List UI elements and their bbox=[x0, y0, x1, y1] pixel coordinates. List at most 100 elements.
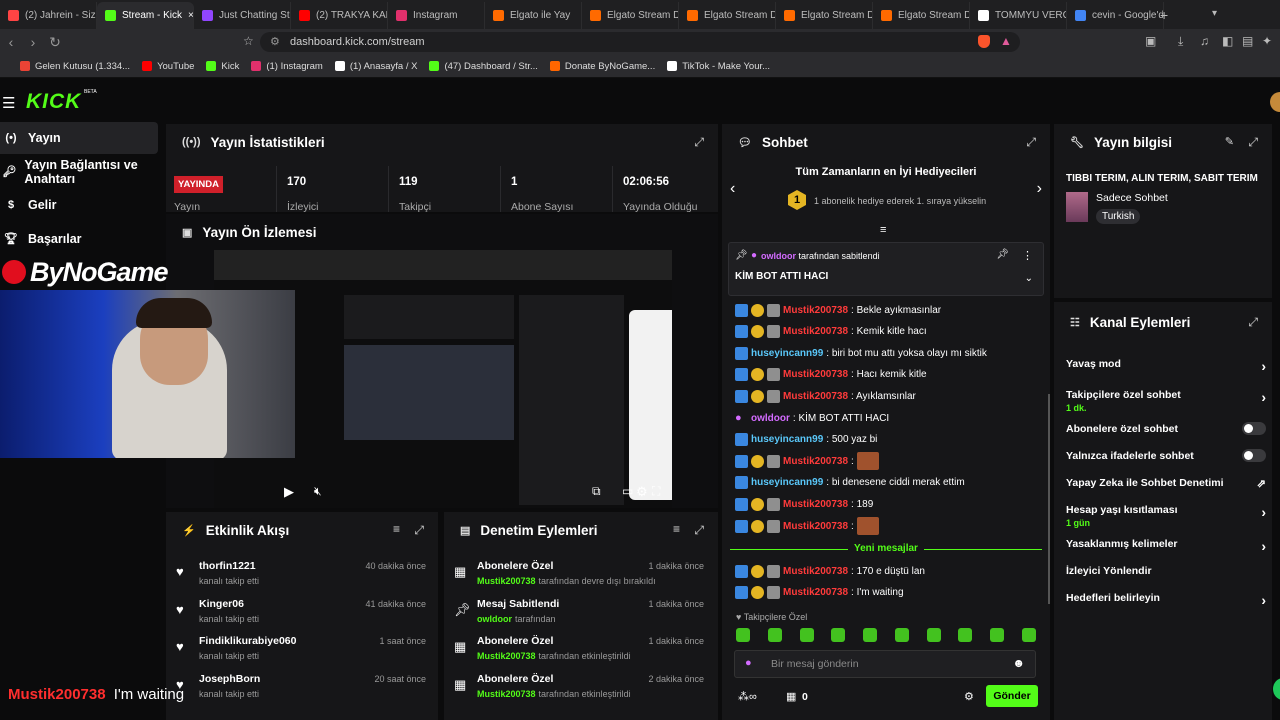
external-link-icon[interactable]: ⇗ bbox=[1257, 477, 1266, 490]
chat-input[interactable]: ● Bir mesaj gönderin ☻ bbox=[734, 650, 1036, 678]
rewards-icon[interactable]: ▲ bbox=[1000, 34, 1012, 48]
browser-tab[interactable]: Elgato Stream De bbox=[679, 2, 776, 29]
expand-icon[interactable]: ⤢ bbox=[1248, 315, 1258, 330]
wallet-icon[interactable]: ▤ bbox=[1242, 34, 1253, 48]
chat-message[interactable]: huseyincann99: bi denesene ciddi merak e… bbox=[735, 473, 965, 493]
bookmark-item[interactable]: Gelen Kutusu (1.334... bbox=[20, 61, 130, 72]
url-field[interactable]: ⚙ dashboard.kick.com/stream bbox=[260, 32, 1020, 52]
pinned-message[interactable]: 📌︎ ● owldoor tarafından sabitlendi 📌︎ ⋮ … bbox=[728, 242, 1044, 296]
chat-message[interactable]: Mustik200738: Hacı kemik kitle bbox=[735, 365, 927, 385]
filter-icon[interactable]: ≡ bbox=[393, 522, 400, 536]
emote-icon[interactable] bbox=[831, 628, 846, 642]
more-options-icon[interactable]: ⋮ bbox=[1022, 249, 1033, 262]
pip-icon[interactable]: ⧉ bbox=[592, 484, 601, 499]
browser-tab[interactable]: Elgato Stream De bbox=[582, 2, 679, 29]
chat-message[interactable]: Mustik200738: Ayıklamsınlar bbox=[735, 386, 916, 406]
chat-message[interactable]: Mustik200738: bbox=[735, 516, 879, 536]
expand-icon[interactable]: ⤢ bbox=[694, 135, 704, 150]
close-tab-icon[interactable]: × bbox=[188, 10, 193, 21]
channel-action-row[interactable]: İzleyici Yönlendir bbox=[1066, 565, 1266, 592]
expand-icon[interactable]: ⤢ bbox=[1248, 135, 1258, 150]
browser-tab[interactable]: (2) TRAKYA KARS bbox=[291, 2, 388, 29]
nav-item[interactable]: $ Gelir bbox=[0, 189, 158, 221]
browser-tab[interactable]: Just Chatting Str bbox=[194, 2, 291, 29]
music-icon[interactable]: ♫ bbox=[1200, 34, 1209, 48]
assistant-fab[interactable] bbox=[1273, 678, 1280, 700]
emote-icon[interactable] bbox=[736, 628, 750, 642]
collapse-icon[interactable]: ≡ bbox=[880, 224, 886, 236]
emote-icon[interactable] bbox=[863, 628, 878, 642]
chat-message[interactable]: ● owldoor: KİM BOT ATTI HACI bbox=[735, 408, 889, 428]
moderation-row[interactable]: ▦ Abonelere Özel Mustik200738 tarafından de… bbox=[444, 556, 714, 593]
channel-action-row[interactable]: Hesap yaşı kısıtlaması 1 gün › bbox=[1066, 504, 1266, 538]
chat-message[interactable]: huseyincann99: biri bot mu attı yoksa ol… bbox=[735, 343, 987, 363]
chat-username[interactable]: huseyincann99 bbox=[751, 348, 823, 359]
tab-list-chevron-icon[interactable]: ▾ bbox=[1212, 8, 1217, 19]
chat-username[interactable]: Mustik200738 bbox=[783, 587, 848, 598]
nav-item[interactable]: 🔑︎ Yayın Bağlantısı ve Anahtarı bbox=[0, 156, 158, 188]
event-row[interactable]: ♥ JosephBorn kanalı takip etti 20 saat önce bbox=[166, 669, 436, 706]
chat-username[interactable]: huseyincann99 bbox=[751, 477, 823, 488]
next-arrow-icon[interactable]: › bbox=[1037, 180, 1042, 198]
expand-icon[interactable]: ⤢ bbox=[694, 523, 704, 538]
download-icon[interactable]: ⤓ bbox=[1178, 34, 1183, 49]
event-row[interactable]: ♥ Findiklikurabiye060 kanalı takip etti 1 s… bbox=[166, 631, 436, 668]
chat-username[interactable]: Mustik200738 bbox=[783, 456, 848, 467]
expand-icon[interactable]: ⤢ bbox=[414, 523, 424, 538]
chat-username[interactable]: Mustik200738 bbox=[783, 326, 848, 337]
chevron-right-icon[interactable]: › bbox=[1261, 358, 1266, 374]
chat-settings-icon[interactable]: ⚙ bbox=[964, 690, 974, 703]
chat-message[interactable]: Mustik200738: Kemik kitle hacı bbox=[735, 322, 927, 342]
bookmark-item[interactable]: (1) Instagram bbox=[251, 61, 323, 72]
emote-icon[interactable] bbox=[1021, 628, 1036, 642]
chat-message[interactable]: Mustik200738: bbox=[735, 451, 879, 471]
chat-scrollbar[interactable] bbox=[1048, 394, 1050, 604]
channel-action-row[interactable]: Yapay Zeka ile Sohbet Denetimi ⇗ bbox=[1066, 477, 1266, 504]
extensions-icon[interactable]: ✦ bbox=[1262, 34, 1272, 48]
theater-icon[interactable]: ▭ bbox=[622, 484, 633, 498]
chevron-right-icon[interactable]: › bbox=[1261, 592, 1266, 608]
play-icon[interactable]: ▶ bbox=[284, 484, 294, 500]
chat-message[interactable]: Mustik200738: 189 bbox=[735, 494, 873, 514]
emote-icon[interactable] bbox=[799, 628, 814, 642]
site-info-icon[interactable]: ⚙ bbox=[270, 32, 280, 52]
forward-icon[interactable]: › bbox=[22, 34, 44, 50]
chevron-right-icon[interactable]: › bbox=[1261, 389, 1266, 405]
toggle-switch[interactable] bbox=[1242, 449, 1266, 462]
previous-arrow-icon[interactable]: ‹ bbox=[730, 180, 735, 198]
browser-tab[interactable]: Stream - Kick × bbox=[97, 2, 194, 29]
moderation-row[interactable]: 📌︎ Mesaj Sabitlendi owldoor tarafından 1 dak… bbox=[444, 594, 714, 631]
split-view-icon[interactable]: ◧ bbox=[1222, 34, 1233, 48]
bookmark-item[interactable]: YouTube bbox=[142, 61, 194, 72]
new-tab-button[interactable]: + bbox=[1160, 7, 1168, 23]
bookmark-icon[interactable]: ☆ bbox=[243, 34, 254, 48]
chat-message[interactable]: huseyincann99: 500 yaz bi bbox=[735, 430, 877, 450]
emoji-icon[interactable]: ☻ bbox=[1012, 656, 1025, 670]
emote-icon[interactable] bbox=[926, 628, 941, 642]
emote-icon[interactable] bbox=[767, 628, 782, 642]
category-name[interactable]: Sadece Sohbet bbox=[1096, 192, 1168, 204]
edit-icon[interactable]: ✎ bbox=[1225, 135, 1234, 148]
emote-icon[interactable] bbox=[990, 628, 1005, 642]
emote-icon[interactable] bbox=[958, 628, 973, 642]
chat-username[interactable]: Mustik200738 bbox=[783, 521, 848, 532]
chat-username[interactable]: Mustik200738 bbox=[783, 305, 848, 316]
browser-tab[interactable]: Elgato ile Yay bbox=[485, 2, 582, 29]
chat-username[interactable]: Mustik200738 bbox=[783, 566, 848, 577]
chevron-down-icon[interactable]: ⌄ bbox=[1025, 273, 1033, 284]
nav-item[interactable]: (•) Yayın bbox=[0, 122, 158, 154]
bookmark-item[interactable]: TikTok - Make Your... bbox=[667, 61, 770, 72]
chevron-right-icon[interactable]: › bbox=[1261, 504, 1266, 520]
expand-icon[interactable]: ⤢ bbox=[1026, 135, 1036, 150]
unpin-icon[interactable]: 📌︎ bbox=[996, 249, 1009, 260]
browser-tab[interactable]: Instagram bbox=[388, 2, 485, 29]
send-button[interactable]: Gönder bbox=[986, 685, 1038, 707]
chat-username[interactable]: owldoor bbox=[751, 413, 790, 424]
channel-action-row[interactable]: Hedefleri belirleyin › bbox=[1066, 592, 1266, 619]
chat-message[interactable]: Mustik200738: I'm waiting bbox=[735, 583, 904, 603]
chat-message[interactable]: Mustik200738: 170 e düştü lan bbox=[735, 561, 925, 581]
toggle-switch[interactable] bbox=[1242, 422, 1266, 435]
browser-tab[interactable]: (2) Jahrein - Siz B bbox=[0, 2, 97, 29]
moderation-row[interactable]: ▦ Abonelere Özel Mustik200738 tarafından et… bbox=[444, 631, 714, 668]
chat-username[interactable]: Mustik200738 bbox=[783, 499, 848, 510]
